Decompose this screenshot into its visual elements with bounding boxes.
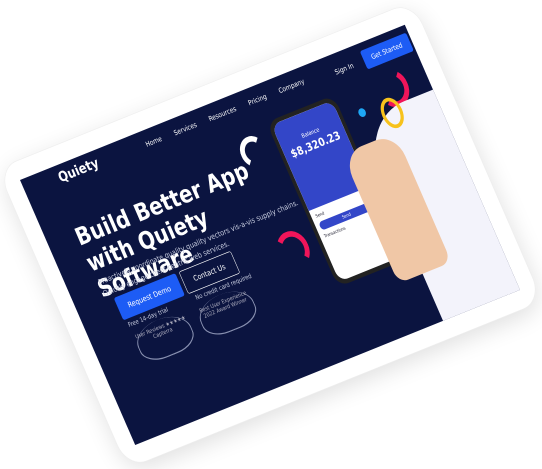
nav-home[interactable]: Home (144, 135, 163, 149)
pink-arc-shape-2 (271, 226, 316, 274)
nav-pricing[interactable]: Pricing (247, 92, 268, 107)
blue-dot (356, 107, 368, 119)
tablet-mockup: Quiety Home Services Resources Pricing C… (0, 0, 542, 469)
nav-company[interactable]: Company (277, 77, 306, 95)
nav-services[interactable]: Services (172, 121, 198, 138)
nav-resources[interactable]: Resources (207, 105, 237, 124)
sign-in-link[interactable]: Sign In (333, 61, 354, 76)
